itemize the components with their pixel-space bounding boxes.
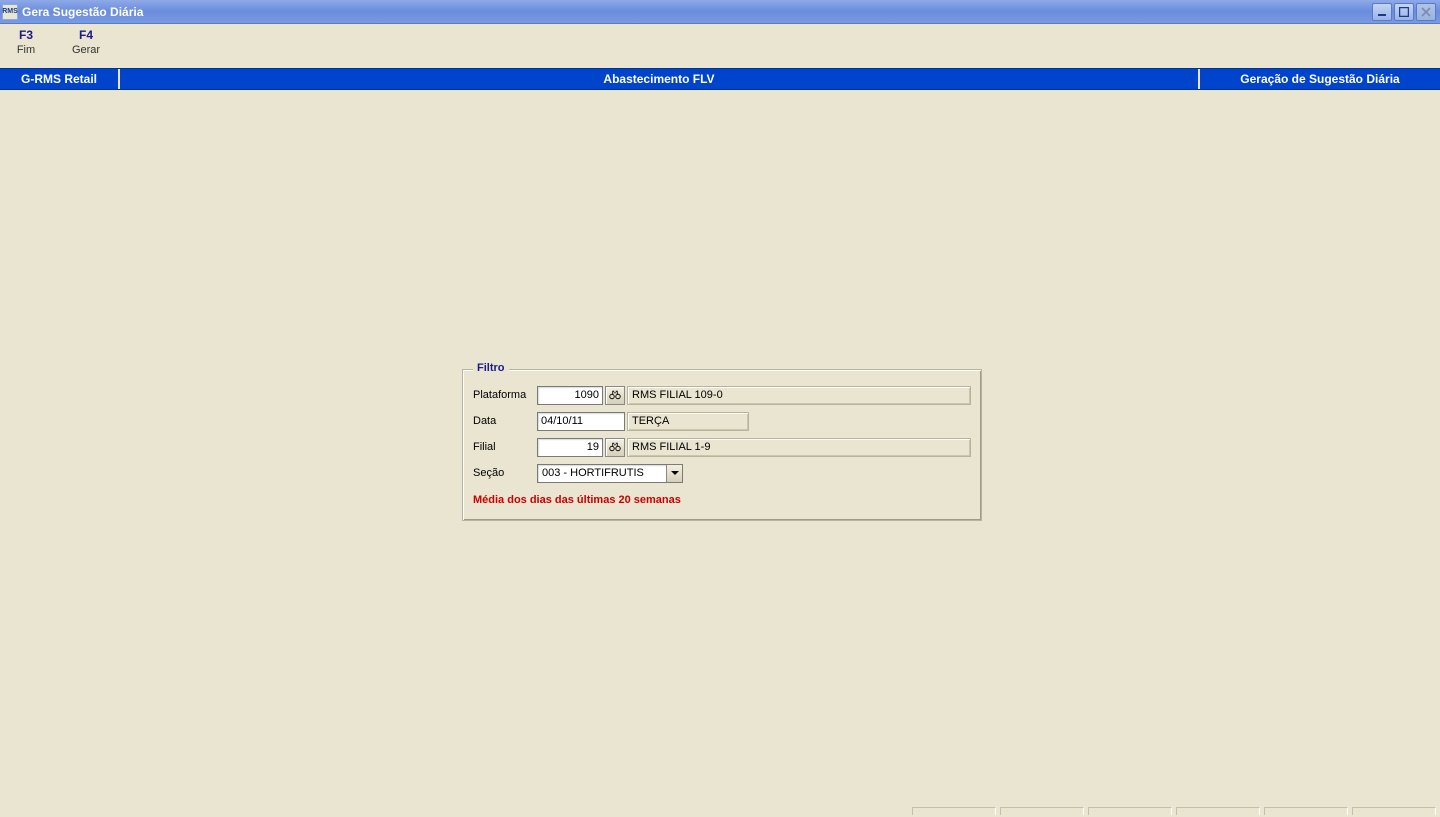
status-bar	[0, 807, 1440, 817]
secao-select[interactable]: 003 - HORTIFRUTIS	[537, 464, 683, 483]
data-display: TERÇA	[627, 412, 749, 431]
workspace: Filtro Plataforma RMS FILIAL 109-0 Data …	[0, 90, 1440, 807]
status-slot	[912, 807, 996, 815]
status-message: Média dos dias das últimas 20 semanas	[473, 494, 971, 506]
row-secao: Seção 003 - HORTIFRUTIS	[473, 462, 971, 484]
row-filial: Filial RMS FILIAL 1-9	[473, 436, 971, 458]
filial-lookup-button[interactable]	[605, 438, 625, 457]
row-plataforma: Plataforma RMS FILIAL 109-0	[473, 384, 971, 406]
status-slot	[1088, 807, 1172, 815]
filter-legend: Filtro	[473, 362, 509, 374]
close-icon	[1421, 7, 1431, 17]
infobar: G-RMS Retail Abastecimento FLV Geração d…	[0, 68, 1440, 90]
chevron-down-icon	[671, 469, 679, 477]
close-button	[1416, 3, 1436, 21]
toolbar-label: Fim	[17, 44, 35, 56]
status-slot	[1176, 807, 1260, 815]
infobar-center: Abastecimento FLV	[120, 69, 1200, 89]
plataforma-input[interactable]	[537, 386, 603, 405]
filter-panel: Filtro Plataforma RMS FILIAL 109-0 Data …	[462, 369, 982, 521]
titlebar: RMS Gera Sugestão Diária	[0, 0, 1440, 24]
binoculars-icon	[609, 389, 621, 401]
label-plataforma: Plataforma	[473, 389, 537, 401]
maximize-icon	[1399, 7, 1409, 17]
filial-input[interactable]	[537, 438, 603, 457]
window-title: Gera Sugestão Diária	[22, 5, 1372, 19]
plataforma-display: RMS FILIAL 109-0	[627, 386, 971, 405]
window-buttons	[1372, 3, 1436, 21]
binoculars-icon	[609, 441, 621, 453]
secao-select-arrow[interactable]	[666, 465, 682, 482]
infobar-left: G-RMS Retail	[0, 69, 120, 89]
toolbar-item-fim[interactable]: F3 Fim	[8, 28, 44, 56]
status-slot	[1000, 807, 1084, 815]
row-data: Data TERÇA	[473, 410, 971, 432]
label-secao: Seção	[473, 467, 537, 479]
minimize-button[interactable]	[1372, 3, 1392, 21]
toolbar-key: F3	[19, 28, 33, 42]
label-filial: Filial	[473, 441, 537, 453]
filial-display: RMS FILIAL 1-9	[627, 438, 971, 457]
label-data: Data	[473, 415, 537, 427]
data-input[interactable]	[537, 412, 625, 431]
infobar-right: Geração de Sugestão Diária	[1200, 69, 1440, 89]
app-icon: RMS	[2, 4, 18, 20]
plataforma-lookup-button[interactable]	[605, 386, 625, 405]
maximize-button[interactable]	[1394, 3, 1414, 21]
status-slot	[1352, 807, 1436, 815]
toolbar: F3 Fim F4 Gerar	[0, 24, 1440, 68]
toolbar-item-gerar[interactable]: F4 Gerar	[68, 28, 104, 56]
secao-select-value: 003 - HORTIFRUTIS	[537, 464, 683, 483]
status-slot	[1264, 807, 1348, 815]
minimize-icon	[1377, 7, 1387, 17]
toolbar-label: Gerar	[72, 44, 100, 56]
toolbar-key: F4	[79, 28, 93, 42]
